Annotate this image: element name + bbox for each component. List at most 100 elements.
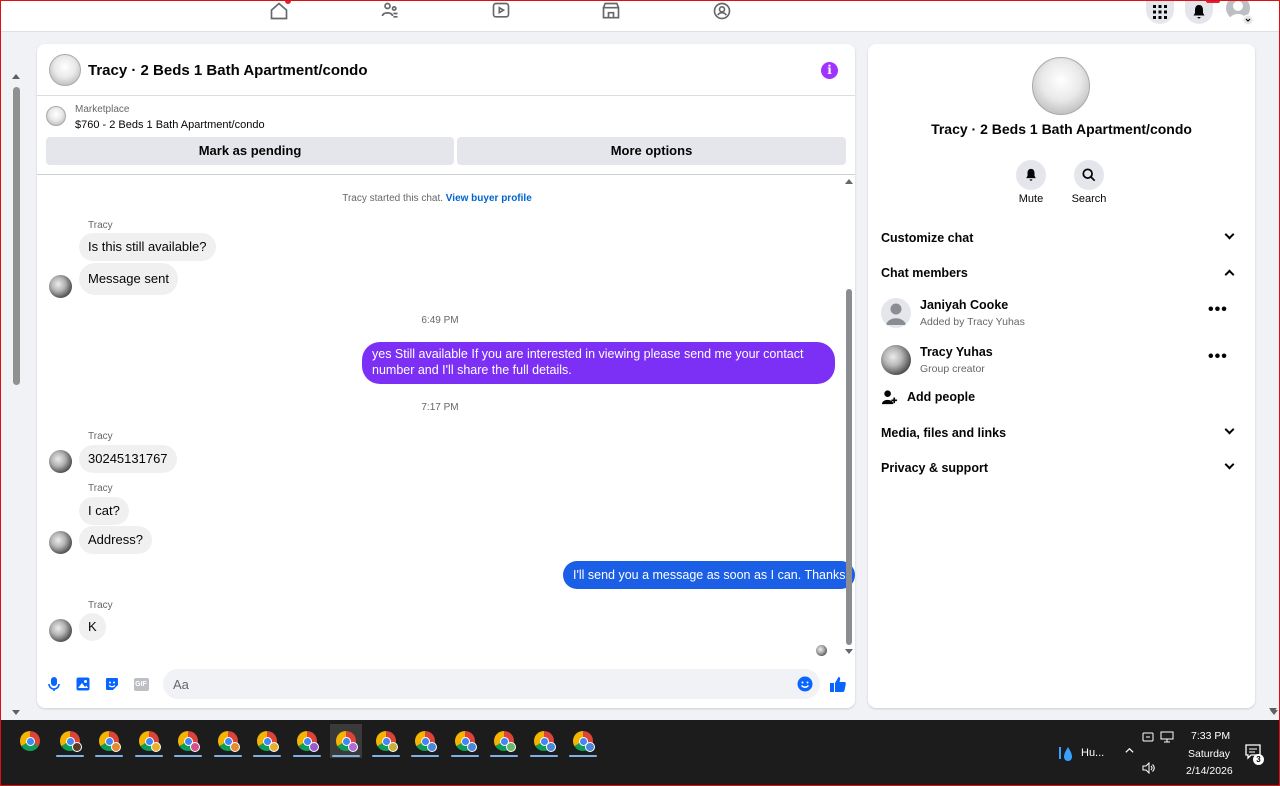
chrome-taskbar-icon[interactable] [449,724,481,758]
privacy-support-row[interactable]: Privacy & support [881,455,1243,481]
photo-icon[interactable] [75,676,91,692]
scroll-up-arrow-icon[interactable] [12,74,20,79]
weather-text[interactable]: Hu... [1081,747,1104,759]
network-icon[interactable] [1160,731,1174,746]
message-bubble[interactable]: I cat? [79,497,129,525]
profile-avatar[interactable] [1224,0,1254,26]
conversation-title: Tracy · 2 Beds 1 Bath Apartment/condo [931,121,1192,137]
chat-scroll-down-icon[interactable] [845,649,853,654]
more-options-icon[interactable]: ••• [1208,349,1228,365]
member-name[interactable]: Janiyah Cooke [920,298,1008,312]
sender-name: Tracy [88,220,113,231]
member-row[interactable]: Tracy Yuhas Group creator ••• [881,343,1243,383]
member-role: Added by Tracy Yuhas [920,316,1025,328]
marketplace-icon[interactable] [599,0,623,22]
notification-count-badge: 3 [1253,754,1264,765]
message-bubble[interactable]: Is this still available? [79,233,216,261]
chat-scrollbar-thumb[interactable] [846,289,852,645]
weather-icon[interactable] [1056,744,1076,769]
clock-date[interactable]: 2/14/2026 [1186,765,1233,777]
message-bubble[interactable]: Address? [79,526,152,554]
video-icon[interactable] [489,0,513,22]
sender-avatar[interactable] [49,275,72,298]
scroll-down-arrow-icon[interactable] [12,710,20,715]
message-bubble-outgoing[interactable]: yes Still available If you are intereste… [362,342,835,384]
marketplace-label: Marketplace [75,104,130,115]
chrome-taskbar-icon[interactable] [528,724,560,758]
chevron-down-icon [1224,424,1235,435]
chrome-taskbar-icon[interactable] [14,724,46,758]
chrome-taskbar-icon[interactable] [370,724,402,758]
listing-avatar[interactable] [49,54,81,86]
chat-title[interactable]: Tracy · 2 Beds 1 Bath Apartment/condo [88,62,368,79]
chrome-taskbar-icon[interactable] [133,724,165,758]
chevron-up-icon [1224,269,1235,280]
view-buyer-profile-link[interactable]: View buyer profile [446,193,532,204]
more-options-button[interactable]: More options [457,137,846,165]
notification-badge [1206,0,1220,3]
menu-grid-icon[interactable] [1146,0,1174,24]
chrome-taskbar-icon[interactable] [172,724,204,758]
show-hidden-icons-chevron-icon[interactable] [1124,745,1135,759]
friends-icon[interactable] [378,0,402,22]
sticker-icon[interactable] [104,676,120,692]
chrome-taskbar-icon[interactable] [488,724,520,758]
chrome-taskbar-icon[interactable] [54,724,86,758]
chat-scrollbar[interactable] [843,177,855,657]
chrome-taskbar-icon[interactable] [212,724,244,758]
microphone-icon[interactable] [46,676,62,692]
media-files-links-label: Media, files and links [881,426,1007,440]
chrome-taskbar-icon[interactable] [291,724,323,758]
message-input[interactable] [163,669,820,699]
message-bubble[interactable]: Message sent [79,263,178,295]
seen-indicator-avatar [816,645,827,656]
scrollbar-thumb[interactable] [13,87,20,385]
chevron-down-icon [1224,229,1235,240]
mute-label: Mute [1018,193,1044,205]
chrome-taskbar-icon[interactable] [409,724,441,758]
media-files-links-row[interactable]: Media, files and links [881,420,1243,446]
mark-as-pending-button[interactable]: Mark as pending [46,137,454,165]
chrome-taskbar-icon[interactable] [330,724,362,758]
gif-icon[interactable]: GIF [133,676,149,692]
chrome-taskbar-icon[interactable] [93,724,125,758]
groups-icon[interactable] [710,0,734,22]
member-avatar[interactable] [881,345,911,375]
member-name[interactable]: Tracy Yuhas [920,345,993,359]
add-people-button[interactable]: Add people [881,388,1081,408]
conversation-avatar[interactable] [1032,57,1090,115]
sender-avatar[interactable] [49,531,72,554]
page-scrollbar-left[interactable] [0,32,24,720]
notifications-bell-icon[interactable] [1185,0,1213,24]
chat-scroll-up-icon[interactable] [845,179,853,184]
mute-button[interactable] [1016,160,1046,190]
chat-members-label: Chat members [881,266,968,280]
chrome-taskbar-icon[interactable] [251,724,283,758]
more-options-icon[interactable]: ••• [1208,302,1228,318]
system-text: Tracy started this chat. [342,193,444,204]
clock-time[interactable]: 7:33 PM [1191,730,1230,742]
emoji-icon[interactable] [797,676,813,692]
customize-chat-row[interactable]: Customize chat [881,225,1243,251]
add-person-icon [881,390,898,405]
member-row[interactable]: Janiyah Cooke Added by Tracy Yuhas ••• [881,296,1243,336]
message-bubble[interactable]: 30245131767 [79,445,177,473]
listing-link[interactable]: $760 - 2 Beds 1 Bath Apartment/condo [75,119,265,131]
sender-avatar[interactable] [49,619,72,642]
chat-members-row[interactable]: Chat members [881,260,1243,286]
meet-now-icon[interactable] [1142,731,1154,746]
message-bubble[interactable]: K [79,613,106,641]
volume-icon[interactable] [1142,761,1156,777]
search-button[interactable] [1074,160,1104,190]
listing-thumbnail[interactable] [46,106,66,126]
like-thumbs-up-icon[interactable] [829,675,847,693]
info-icon[interactable]: i [821,62,838,79]
sender-name: Tracy [88,600,113,611]
member-avatar[interactable] [881,298,911,328]
scroll-down-arrow-icon[interactable] [1270,710,1278,715]
chrome-taskbar-icon[interactable] [567,724,599,758]
clock-day[interactable]: Saturday [1188,748,1230,760]
page-scrollbar-right[interactable] [1266,32,1280,720]
sender-avatar[interactable] [49,450,72,473]
message-bubble-outgoing[interactable]: I'll send you a message as soon as I can… [563,561,855,589]
